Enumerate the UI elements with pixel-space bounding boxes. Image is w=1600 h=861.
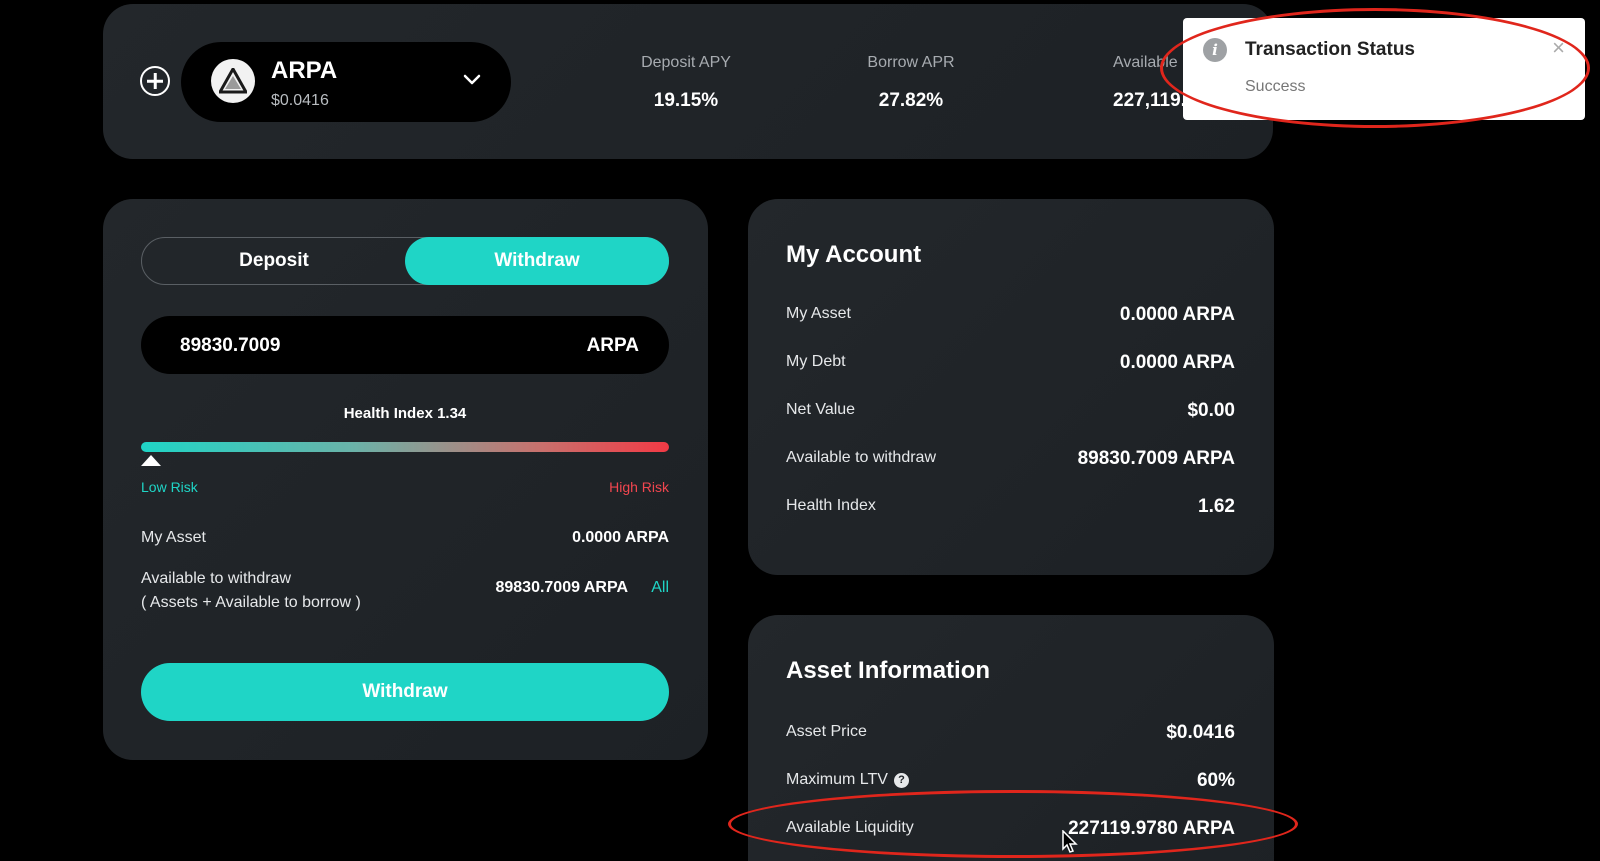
stat-value: 19.15% (653, 90, 719, 111)
amount-value[interactable]: 89830.7009 (180, 335, 280, 357)
transaction-toast: i Transaction Status Success × (1183, 18, 1585, 120)
asset-row: Asset Price $0.0416 (786, 722, 1235, 747)
amount-input[interactable]: 89830.7009 ARPA (141, 316, 669, 374)
row-label: Available to withdraw (786, 449, 937, 466)
row-value: 89830.7009 ARPA (1077, 448, 1235, 469)
row-label: My Asset (786, 305, 851, 322)
row-value: $0.00 (1187, 400, 1235, 421)
tab-withdraw[interactable]: Withdraw (405, 236, 669, 285)
high-risk-label: High Risk (609, 479, 669, 495)
card-title: Asset Information (786, 657, 991, 684)
deposit-withdraw-switch: Deposit Withdraw (141, 236, 669, 285)
withdraw-button[interactable]: Withdraw (141, 663, 669, 721)
amount-unit: ARPA (586, 335, 639, 356)
info-icon: i (1203, 38, 1227, 62)
account-row: Health Index 1.62 (786, 496, 1235, 521)
row-label: Health Index (786, 497, 876, 514)
token-name: ARPA (271, 57, 338, 84)
market-header: ARPA $0.0416 Deposit APY 19.15% Borrow A… (103, 4, 1273, 159)
available-label-line1: Available to withdraw (141, 570, 292, 587)
withdraw-panel: Deposit Withdraw 89830.7009 ARPA Health … (103, 199, 708, 760)
deposit-apy-stat: Deposit APY 19.15% (586, 54, 786, 112)
row-value: $0.0416 (1166, 722, 1235, 743)
my-asset-label: My Asset (141, 529, 206, 546)
row-value: 1.62 (1198, 496, 1235, 517)
low-risk-label: Low Risk (141, 479, 198, 495)
cursor-icon (1062, 830, 1078, 853)
row-label: Net Value (786, 401, 856, 418)
account-row: Net Value $0.00 (786, 400, 1235, 425)
borrow-apr-stat: Borrow APR 27.82% (811, 54, 1011, 112)
card-title: My Account (786, 241, 922, 268)
row-label: Maximum LTV? (786, 771, 909, 789)
available-to-withdraw-value: 89830.7009 ARPA (495, 579, 628, 596)
account-row: My Debt 0.0000 ARPA (786, 352, 1235, 377)
asset-row: Available Liquidity 227119.9780 ARPA (786, 818, 1235, 843)
asset-information-card: Asset Information Asset Price $0.0416 Ma… (748, 615, 1274, 861)
row-label: Available Liquidity (786, 819, 914, 836)
tab-deposit[interactable]: Deposit (142, 237, 406, 285)
close-icon[interactable]: × (1552, 37, 1565, 59)
row-label: My Debt (786, 353, 846, 370)
my-asset-value: 0.0000 ARPA (572, 529, 669, 546)
stat-label: Deposit APY (641, 54, 731, 71)
account-row: Available to withdraw 89830.7009 ARPA (786, 448, 1235, 473)
all-button[interactable]: All (651, 579, 669, 597)
toast-message: Success (1245, 78, 1306, 95)
arpa-logo-icon (211, 59, 255, 103)
my-account-card: My Account My Asset 0.0000 ARPA My Debt … (748, 199, 1274, 575)
row-value: 227119.9780 ARPA (1068, 818, 1235, 839)
stat-value: 27.82% (878, 90, 944, 111)
row-value: 0.0000 ARPA (1119, 304, 1235, 325)
account-row: My Asset 0.0000 ARPA (786, 304, 1235, 329)
health-index-title: Health Index 1.34 (343, 405, 467, 422)
max-ltv-label: Maximum LTV (786, 771, 888, 788)
token-selector[interactable]: ARPA $0.0416 (181, 42, 511, 122)
available-to-withdraw-label: Available to withdraw ( Assets + Availab… (141, 567, 361, 615)
toast-title: Transaction Status (1245, 39, 1415, 60)
help-icon[interactable]: ? (893, 773, 909, 788)
risk-marker-icon (141, 455, 161, 466)
row-value: 0.0000 ARPA (1119, 352, 1235, 373)
stat-label: Borrow APR (867, 54, 955, 71)
chevron-down-icon[interactable] (463, 74, 481, 86)
token-price: $0.0416 (271, 92, 329, 109)
row-value: 60% (1196, 770, 1235, 791)
add-circle-icon[interactable] (140, 66, 170, 96)
available-label-line2: ( Assets + Available to borrow ) (141, 594, 361, 611)
row-label: Asset Price (786, 723, 867, 740)
asset-row: Maximum LTV? 60% (786, 770, 1235, 795)
risk-gradient-bar (141, 442, 669, 452)
